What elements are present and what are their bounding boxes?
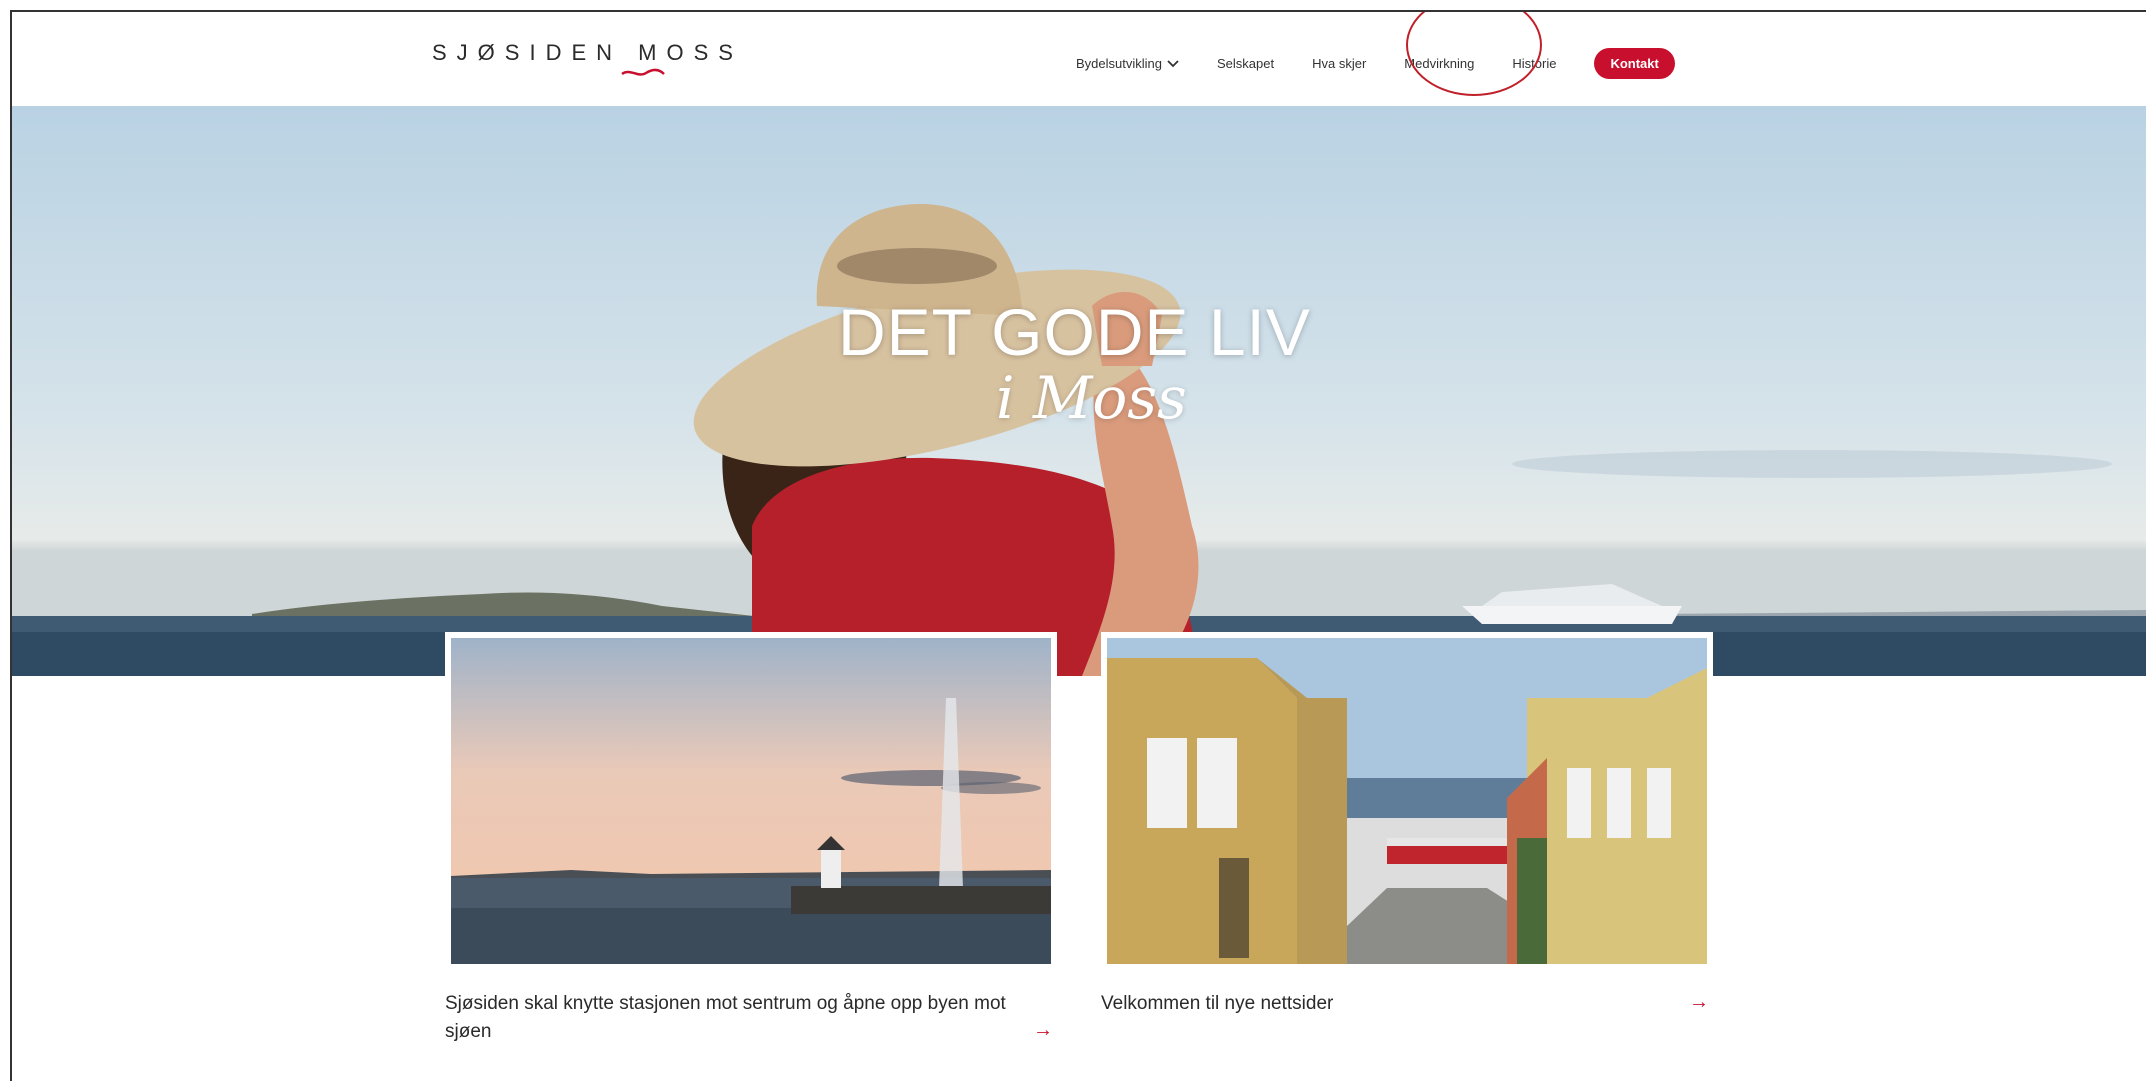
browser-frame: SJØSIDEN MOSS Bydelsutvikling Selskapet … xyxy=(10,10,2146,1081)
nav-selskapet[interactable]: Selskapet xyxy=(1217,56,1274,71)
card-image-street[interactable] xyxy=(1101,632,1713,970)
main-nav: Bydelsutvikling Selskapet Hva skjer Medv… xyxy=(1076,48,1675,79)
card-caption[interactable]: Velkommen til nye nettsider → xyxy=(1101,990,1713,1018)
street-photo xyxy=(1107,638,1707,964)
site-header: SJØSIDEN MOSS Bydelsutvikling Selskapet … xyxy=(12,12,2146,106)
arrow-right-icon[interactable]: → xyxy=(1033,1016,1053,1044)
nav-label: Hva skjer xyxy=(1312,56,1367,71)
site-logo[interactable]: SJØSIDEN MOSS xyxy=(432,40,743,90)
logo-text: SJØSIDEN MOSS xyxy=(432,40,743,65)
logo-wave-icon xyxy=(621,68,665,76)
lighthouse-photo xyxy=(451,638,1051,964)
news-card[interactable]: Sjøsiden skal knytte stasjonen mot sentr… xyxy=(445,632,1057,1046)
hero-script: i Moss xyxy=(996,364,1187,432)
hero-banner: DET GODE LIV i Moss xyxy=(12,106,2146,676)
nav-hva-skjer[interactable]: Hva skjer xyxy=(1312,56,1366,71)
nav-label: Selskapet xyxy=(1217,56,1275,71)
nav-bydelsutvikling[interactable]: Bydelsutvikling xyxy=(1076,56,1179,71)
card-caption-text: Velkommen til nye nettsider xyxy=(1101,993,1334,1014)
hero-title: DET GODE LIV xyxy=(838,295,1311,369)
card-caption-text: Sjøsiden skal knytte stasjonen mot sentr… xyxy=(445,993,1006,1042)
card-caption[interactable]: Sjøsiden skal knytte stasjonen mot sentr… xyxy=(445,990,1057,1046)
nav-label: Bydelsutvikling xyxy=(1076,56,1162,71)
chevron-down-icon xyxy=(1167,59,1179,67)
arrow-right-icon[interactable]: → xyxy=(1689,988,1709,1016)
news-card[interactable]: Velkommen til nye nettsider → xyxy=(1101,632,1713,1018)
card-image-lighthouse[interactable] xyxy=(445,632,1057,970)
annotation-circle xyxy=(1406,12,1542,96)
contact-button[interactable]: Kontakt xyxy=(1594,48,1675,79)
